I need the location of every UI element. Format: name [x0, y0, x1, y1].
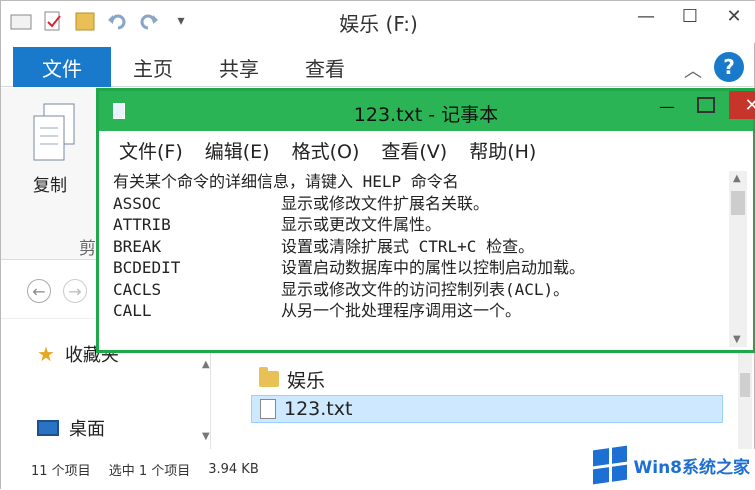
scroll-down-icon[interactable]: ▼ [202, 431, 210, 442]
ribbon-tabs: 文件 主页 共享 查看 ︿ ? [1, 47, 755, 87]
menu-help[interactable]: 帮助(H) [469, 137, 536, 164]
back-arrow-icon[interactable]: ← [27, 279, 51, 303]
notepad-titlebar: 123.txt - 记事本 — ✕ [99, 91, 755, 131]
help-icon[interactable]: ? [714, 52, 744, 82]
command-desc: 显示或修改文件的访问控制列表(ACL)。 [281, 279, 570, 299]
text-file-icon [260, 399, 276, 419]
notepad-minimize-button[interactable]: — [659, 97, 675, 116]
command-desc: 从另一个批处理程序调用这一个。 [281, 301, 522, 320]
command-desc: 设置或清除扩展式 CTRL+C 检查。 [281, 236, 535, 256]
text-line: CACLS 显示或修改文件的访问控制列表(ACL)。 [113, 279, 725, 301]
text-line: ATTRIB 显示或更改文件属性。 [113, 214, 725, 236]
text-line: ASSOC 显示或修改文件扩展名关联。 [113, 193, 725, 215]
menu-format[interactable]: 格式(O) [292, 137, 360, 164]
tab-share[interactable]: 共享 [219, 47, 259, 87]
command-desc: 显示或修改文件扩展名关联。 [281, 193, 490, 213]
text-line: 有关某个命令的详细信息，请键入 HELP 命令名 [113, 171, 725, 193]
selected-size: 3.94 KB [208, 462, 259, 477]
text-line: BREAK 设置或清除扩展式 CTRL+C 检查。 [113, 236, 725, 258]
command-name: ASSOC [113, 193, 162, 213]
watermark: Win8系统之家 [593, 445, 750, 485]
command-name: ATTRIB [113, 215, 171, 234]
scroll-up-icon[interactable]: ▲ [202, 359, 210, 370]
scroll-up-icon[interactable]: ▲ [733, 173, 741, 184]
notepad-window: 123.txt - 记事本 — ✕ 文件(F) 编辑(E) 格式(O) 查看(V… [96, 88, 755, 353]
notepad-text-area[interactable]: 有关某个命令的详细信息，请键入 HELP 命令名 ASSOC 显示或修改文件扩展名… [113, 171, 725, 349]
scrollbar-thumb[interactable] [731, 191, 745, 215]
notepad-title: 123.txt - 记事本 [353, 104, 499, 126]
notepad-maximize-button[interactable] [697, 97, 715, 113]
list-item[interactable]: 娱乐 [251, 365, 333, 393]
menu-view[interactable]: 查看(V) [381, 137, 447, 164]
menu-edit[interactable]: 编辑(E) [205, 137, 270, 164]
windows-logo-icon [593, 445, 628, 485]
forward-arrow-icon[interactable]: → [63, 279, 87, 303]
selected-count: 选中 1 个项目 [108, 464, 191, 479]
command-desc: 设置启动数据库中的属性以控制启动加载。 [281, 258, 586, 277]
command-name: BCDEDIT [113, 258, 181, 277]
notepad-scrollbar[interactable]: ▲ ▼ [729, 171, 747, 347]
list-item-selected[interactable]: 123.txt [251, 395, 723, 423]
sidebar-item-label: 桌面 [69, 419, 105, 440]
scrollbar-thumb[interactable] [740, 373, 750, 397]
menu-file[interactable]: 文件(F) [119, 137, 183, 164]
tab-home[interactable]: 主页 [133, 47, 173, 87]
ribbon-collapse-icon[interactable]: ︿ [684, 57, 702, 83]
window-controls: — ☐ ✕ [624, 1, 755, 31]
text-line: BCDEDIT 设置启动数据库中的属性以控制启动加载。 [113, 257, 725, 279]
copy-label: 复制 [33, 176, 67, 196]
notepad-menubar: 文件(F) 编辑(E) 格式(O) 查看(V) 帮助(H) [99, 131, 753, 169]
file-name: 123.txt [284, 398, 353, 420]
star-icon: ★ [37, 342, 55, 366]
sidebar-item-desktop[interactable]: 桌面 [37, 415, 105, 441]
text-line: CALL 从另一个批处理程序调用这一个。 [113, 300, 725, 322]
close-button[interactable]: ✕ [712, 1, 755, 31]
tab-file[interactable]: 文件 [13, 47, 111, 87]
notepad-close-button[interactable]: ✕ [729, 91, 755, 119]
explorer-titlebar: ▾ 娱乐 (F:) — ☐ ✕ [1, 1, 755, 43]
maximize-button[interactable]: ☐ [668, 1, 712, 31]
line-text: 有关某个命令的详细信息，请键入 HELP 命令名 [113, 172, 459, 191]
scroll-down-icon[interactable]: ▼ [733, 334, 741, 345]
watermark-text: Win8系统之家 [633, 452, 750, 478]
clipboard-group-label: 剪 [79, 239, 96, 259]
tab-view[interactable]: 查看 [305, 47, 345, 87]
command-name: CACLS [113, 279, 162, 299]
desktop-icon [37, 420, 59, 436]
command-name: CALL [113, 301, 152, 320]
command-desc: 显示或更改文件属性。 [281, 215, 442, 234]
item-count: 11 个项目 [31, 464, 91, 479]
minimize-button[interactable]: — [624, 1, 668, 31]
command-name: BREAK [113, 236, 162, 256]
folder-icon [259, 367, 279, 387]
copy-icon [33, 103, 75, 161]
file-name: 娱乐 [287, 369, 326, 392]
